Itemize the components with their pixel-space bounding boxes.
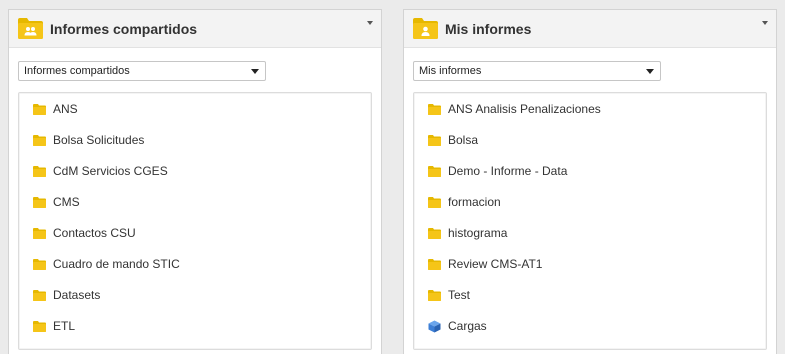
list-item[interactable]: histograma [428, 223, 507, 243]
folder-icon [428, 134, 441, 146]
folder-icon [428, 258, 441, 270]
panel-header: Mis informes [404, 10, 776, 48]
list-item-label: formacion [448, 195, 501, 209]
folder-icon [33, 134, 46, 146]
folder-icon [33, 227, 46, 239]
panel-header: Informes compartidos [9, 10, 381, 48]
folder-icon [33, 103, 46, 115]
panel-title: Mis informes [445, 21, 532, 37]
list-item[interactable]: formacion [428, 192, 501, 212]
folder-icon [428, 227, 441, 239]
list-item[interactable]: Bolsa Solicitudes [33, 130, 144, 150]
my-reports-list: ANS Analisis Penalizaciones Bolsa Demo -… [413, 92, 767, 350]
list-item[interactable]: Contactos CSU [33, 223, 136, 243]
list-item[interactable]: Review CMS-AT1 [428, 254, 542, 274]
shared-reports-select[interactable]: Informes compartidos [18, 61, 266, 81]
list-item[interactable]: ANS [33, 99, 78, 119]
shared-reports-panel: Informes compartidos Informes compartido… [8, 9, 382, 354]
folder-icon [33, 320, 46, 332]
panel-title: Informes compartidos [50, 21, 198, 37]
chevron-down-icon [251, 69, 259, 74]
list-item-label: CdM Servicios CGES [53, 164, 168, 178]
list-item[interactable]: Cuadro de mando STIC [33, 254, 180, 274]
folder-icon [428, 196, 441, 208]
list-item-label: Review CMS-AT1 [448, 257, 543, 271]
folder-icon [33, 165, 46, 177]
my-reports-select[interactable]: Mis informes [413, 61, 661, 81]
select-value: Mis informes [419, 65, 482, 77]
list-item-label: Demo - Informe - Data [448, 164, 568, 178]
folder-icon [428, 289, 441, 301]
list-item[interactable]: Bolsa [428, 130, 478, 150]
folder-icon [33, 258, 46, 270]
collapse-caret-icon[interactable] [762, 21, 768, 25]
list-item-label: Bolsa [448, 133, 479, 147]
folder-icon [33, 196, 46, 208]
shared-reports-list: ANS Bolsa Solicitudes CdM Servicios CGES… [18, 92, 372, 350]
list-item-label: ETL [53, 319, 76, 333]
my-reports-panel: Mis informes Mis informes ANS Analisis P… [403, 9, 777, 354]
folder-icon [428, 103, 441, 115]
list-item[interactable]: Demo - Informe - Data [428, 161, 567, 181]
folder-user-icon [413, 18, 438, 39]
list-item-label: ANS [53, 102, 78, 116]
folder-users-icon [18, 18, 43, 39]
list-item-label: Bolsa Solicitudes [53, 133, 145, 147]
list-item-label: Cuadro de mando STIC [53, 257, 180, 271]
list-item[interactable]: ETL [33, 316, 75, 336]
list-item[interactable]: Test [428, 285, 470, 305]
list-item-label: histograma [448, 226, 508, 240]
folder-icon [428, 165, 441, 177]
select-value: Informes compartidos [24, 65, 130, 77]
list-item-label: Cargas [448, 319, 487, 333]
collapse-caret-icon[interactable] [367, 21, 373, 25]
list-item[interactable]: Datasets [33, 285, 100, 305]
list-item-label: Contactos CSU [53, 226, 136, 240]
list-item-label: Datasets [53, 288, 101, 302]
list-item[interactable]: ANS Analisis Penalizaciones [428, 99, 601, 119]
list-item-label: Test [448, 288, 471, 302]
list-item-label: CMS [53, 195, 80, 209]
list-item[interactable]: Cargas [428, 316, 487, 336]
list-item[interactable]: CdM Servicios CGES [33, 161, 168, 181]
list-item[interactable]: CMS [33, 192, 80, 212]
list-item-label: ANS Analisis Penalizaciones [448, 102, 601, 116]
chevron-down-icon [646, 69, 654, 74]
folder-icon [33, 289, 46, 301]
cube-icon [428, 320, 441, 332]
